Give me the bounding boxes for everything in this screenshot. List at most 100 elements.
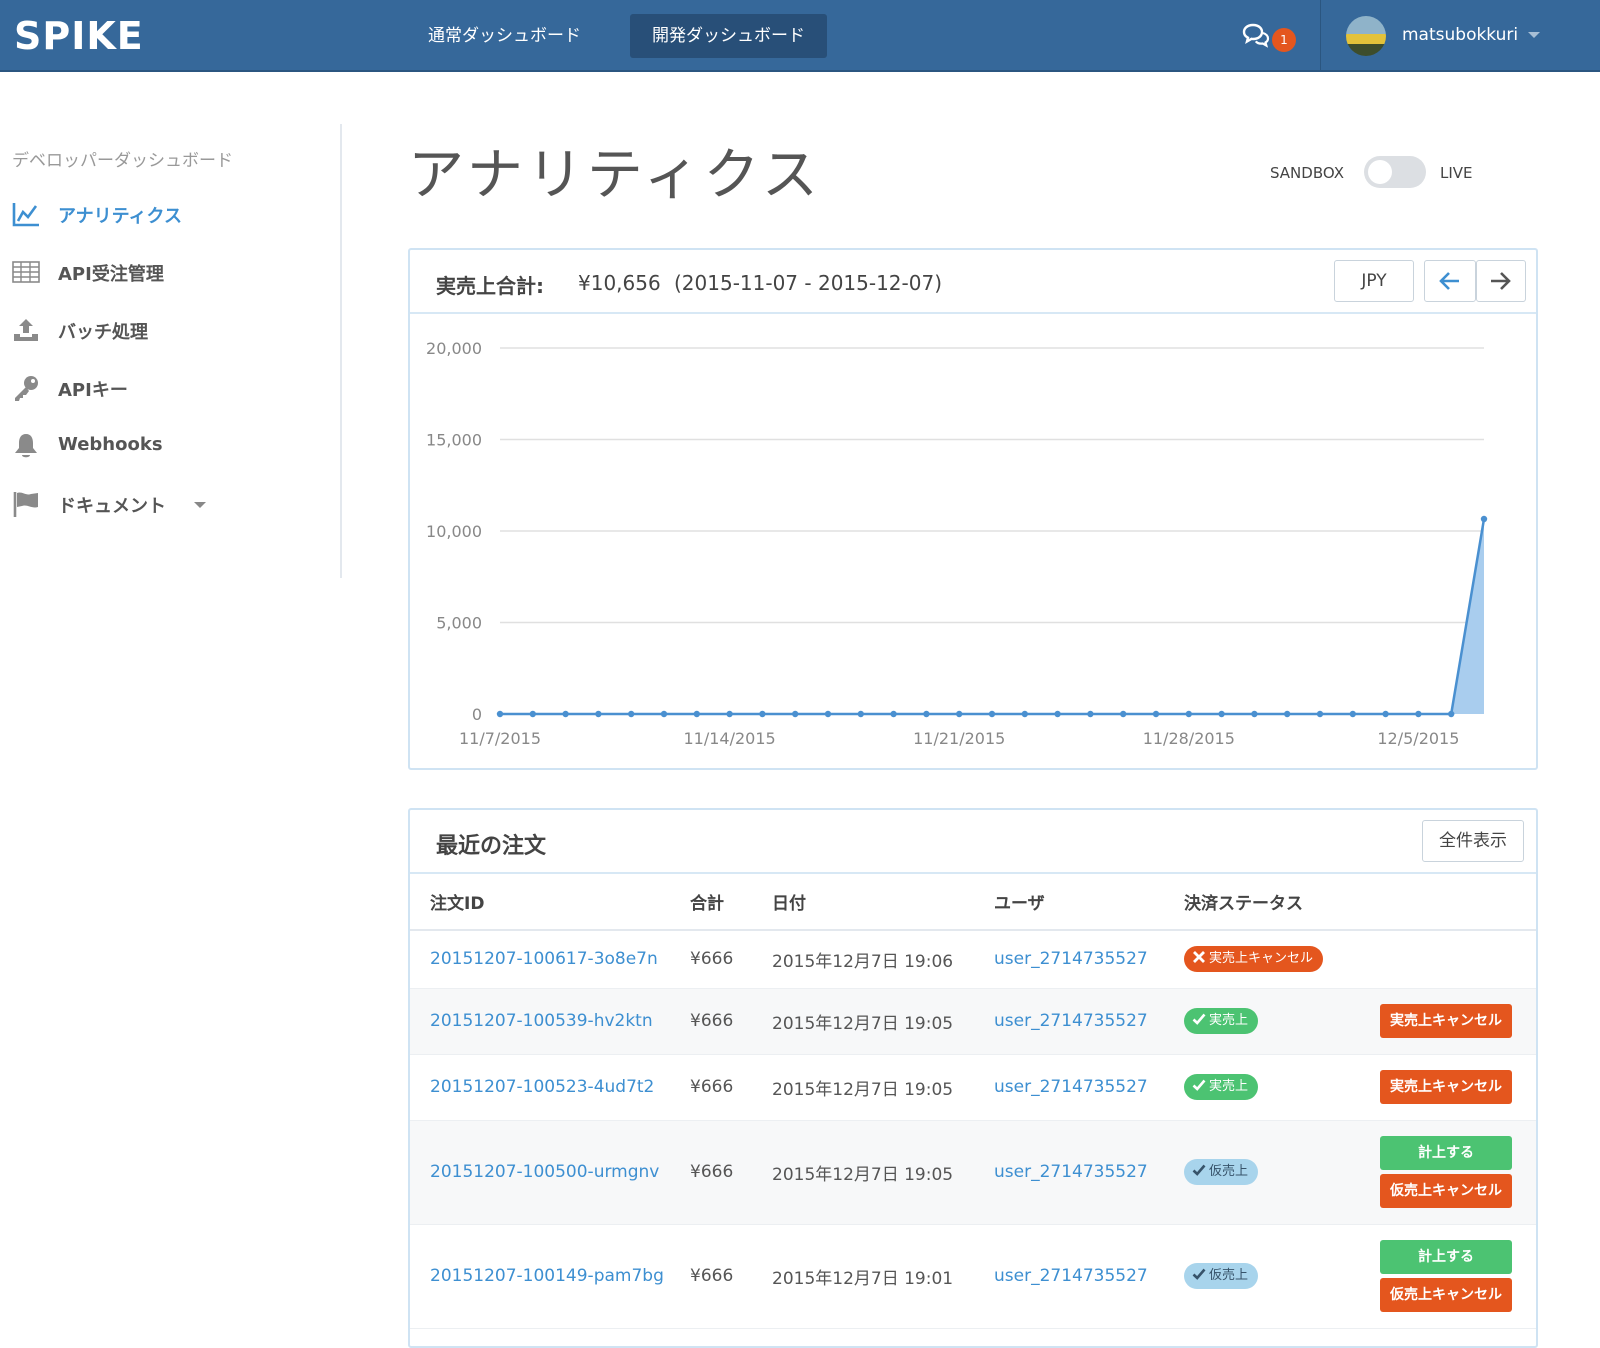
flag-icon — [13, 492, 38, 517]
status-label: 仮売上 — [1209, 1268, 1249, 1283]
order-date-cell: 2015年12月7日 19:05 — [772, 1054, 994, 1121]
chevron-down-icon — [194, 502, 206, 508]
order-user-link[interactable]: user_2714735527 — [994, 1077, 1148, 1097]
notifications-button[interactable]: 1 — [1242, 20, 1302, 56]
actions-cell: 計上する仮売上キャンセル — [1380, 1120, 1536, 1225]
data-point — [759, 710, 766, 718]
order-id-link-cell: 20151207-100523-4ud7t2 — [410, 1054, 690, 1121]
y-tick-label: 0 — [472, 705, 482, 724]
column-header-order-id: 注文ID — [410, 874, 690, 931]
spike-logo[interactable]: SPIKE — [14, 14, 144, 58]
sidebar: デベロッパーダッシュボード アナリティクス API受注管理 バッチ処理 APIキ… — [0, 124, 342, 578]
data-point — [562, 710, 569, 718]
sidebar-item-label: ドキュメント — [58, 496, 166, 517]
series-area — [500, 518, 1484, 714]
status-cell: 実売上 — [1184, 1054, 1380, 1121]
status-label: 実売上 — [1209, 1013, 1249, 1028]
data-point — [628, 710, 635, 718]
tab-standard-dashboard[interactable]: 通常ダッシュボード — [406, 14, 603, 58]
order-id-link[interactable]: 20151207-100149-pam7bg — [430, 1266, 664, 1286]
data-point — [1054, 710, 1061, 718]
series-line — [500, 518, 1486, 716]
cancel-sale-button[interactable]: 仮売上キャンセル — [1380, 1278, 1512, 1312]
sidebar-item-label: API受注管理 — [58, 264, 164, 285]
currency-button[interactable]: JPY — [1334, 260, 1414, 302]
cancel-sale-button[interactable]: 実売上キャンセル — [1380, 1070, 1512, 1104]
status-cell: 仮売上 — [1184, 1120, 1380, 1225]
order-total: ¥666 — [690, 1011, 734, 1031]
capture-button[interactable]: 計上する — [1380, 1136, 1512, 1170]
sidebar-item-documents[interactable]: ドキュメント — [12, 484, 332, 524]
next-period-button[interactable] — [1476, 260, 1526, 302]
order-total-cell: ¥666 — [690, 1054, 772, 1121]
data-point — [1251, 710, 1258, 718]
x-tick-label: 11/28/2015 — [1143, 729, 1235, 748]
chevron-down-icon — [1528, 32, 1540, 38]
data-point — [1185, 710, 1192, 718]
data-point — [1120, 710, 1127, 718]
data-point — [726, 710, 733, 718]
order-user-link-cell: user_2714735527 — [994, 1120, 1184, 1225]
username: matsubokkuri — [1402, 25, 1519, 45]
order-date: 2015年12月7日 19:06 — [772, 951, 954, 972]
order-date-cell: 2015年12月7日 19:05 — [772, 988, 994, 1055]
order-user-link[interactable]: user_2714735527 — [994, 949, 1148, 969]
status-cell: 仮売上 — [1184, 1224, 1380, 1329]
table-header-row: 注文ID 合計 日付 ユーザ 決済ステータス — [410, 874, 1536, 931]
previous-period-button[interactable] — [1424, 260, 1476, 302]
actions-cell: 実売上キャンセル — [1380, 988, 1536, 1055]
show-all-button[interactable]: 全件表示 — [1422, 820, 1524, 862]
data-point — [890, 710, 897, 718]
data-point — [1448, 710, 1455, 718]
capture-button[interactable]: 計上する — [1380, 1240, 1512, 1274]
order-user-link[interactable]: user_2714735527 — [994, 1011, 1148, 1031]
data-point — [1316, 710, 1324, 718]
order-total: ¥666 — [690, 1077, 734, 1097]
order-id-link[interactable]: 20151207-100523-4ud7t2 — [430, 1077, 654, 1097]
data-point — [595, 710, 602, 718]
order-date: 2015年12月7日 19:01 — [772, 1268, 954, 1289]
data-point — [988, 710, 996, 718]
order-id-link[interactable]: 20151207-100539-hv2ktn — [430, 1011, 653, 1031]
sidebar-item-api-orders[interactable]: API受注管理 — [12, 252, 332, 292]
column-header-date: 日付 — [772, 874, 994, 931]
order-id-link[interactable]: 20151207-100500-urmgnv — [430, 1162, 659, 1182]
data-point — [1480, 515, 1488, 523]
sandbox-live-switch[interactable] — [1364, 156, 1426, 188]
data-point — [1152, 710, 1160, 718]
y-tick-label: 10,000 — [426, 522, 482, 541]
cancel-sale-button[interactable]: 仮売上キャンセル — [1380, 1174, 1512, 1208]
sidebar-item-analytics[interactable]: アナリティクス — [12, 194, 332, 234]
order-date: 2015年12月7日 19:05 — [772, 1013, 954, 1034]
status-badge: 実売上 — [1184, 1008, 1259, 1034]
data-point — [496, 710, 504, 718]
y-tick-label: 15,000 — [426, 431, 482, 450]
actions-cell — [1380, 930, 1536, 989]
status-label: 実売上 — [1209, 1079, 1249, 1094]
table-row: 20151207-100617-3o8e7n ¥666 2015年12月7日 19:… — [410, 930, 1536, 989]
column-header-user: ユーザ — [994, 874, 1184, 931]
tab-developer-dashboard[interactable]: 開発ダッシュボード — [630, 14, 827, 58]
sidebar-item-api-keys[interactable]: APIキー — [12, 368, 332, 408]
table-row: 20151207-100500-urmgnv ¥666 2015年12月7日 19:… — [410, 1120, 1536, 1225]
sidebar-heading: デベロッパーダッシュボード — [12, 151, 233, 171]
sidebar-item-webhooks[interactable]: Webhooks — [12, 426, 332, 466]
order-id-link[interactable]: 20151207-100617-3o8e7n — [430, 949, 658, 969]
upload-icon — [14, 319, 38, 341]
avatar — [1346, 16, 1386, 56]
sales-area-chart: 0 5,000 10,000 15,000 20,000 11/7/2015 11/14/2… — [426, 339, 1488, 748]
page-title: アナリティクス — [408, 143, 822, 208]
order-user-link[interactable]: user_2714735527 — [994, 1266, 1148, 1286]
order-user-link[interactable]: user_2714735527 — [994, 1162, 1148, 1182]
check-icon — [1192, 1079, 1206, 1091]
order-id-link-cell: 20151207-100539-hv2ktn — [410, 988, 690, 1055]
order-user-link-cell: user_2714735527 — [994, 1054, 1184, 1121]
cancel-sale-button[interactable]: 実売上キャンセル — [1380, 1004, 1512, 1038]
column-header-payment-status: 決済ステータス — [1184, 874, 1380, 931]
status-cell: 実売上キャンセル — [1184, 930, 1380, 989]
sidebar-item-batch[interactable]: バッチ処理 — [12, 310, 332, 350]
table-row: 20151207-100539-hv2ktn ¥666 2015年12月7日 19:… — [410, 988, 1536, 1055]
check-icon — [1192, 1268, 1206, 1280]
order-user-link-cell: user_2714735527 — [994, 1224, 1184, 1329]
data-point — [956, 710, 963, 718]
